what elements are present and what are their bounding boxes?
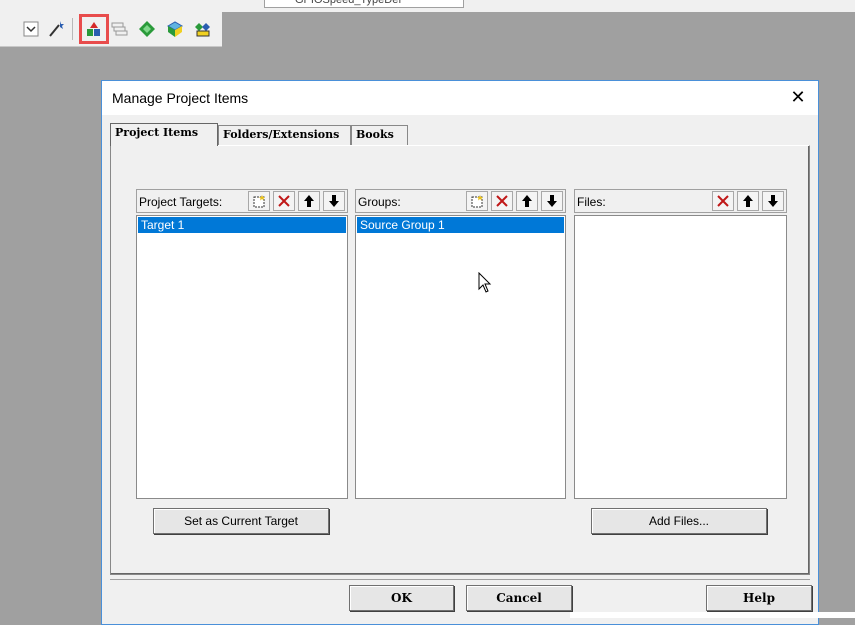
config-combo[interactable]: GPIOSpeed_TypeDef: [264, 0, 464, 8]
move-up-icon[interactable]: [737, 191, 759, 211]
mouse-cursor-icon: [478, 271, 492, 297]
cancel-button[interactable]: Cancel: [466, 585, 572, 611]
groups-label: Groups:: [358, 195, 401, 209]
new-group-icon[interactable]: [466, 191, 488, 211]
manage-project-items-dialog: Manage Project Items ✕ Project Items Fol…: [101, 80, 819, 625]
manage-project-items-icon[interactable]: [79, 14, 109, 44]
delete-file-icon[interactable]: [712, 191, 734, 211]
groups-header: Groups:: [355, 189, 566, 213]
delete-group-icon[interactable]: [491, 191, 513, 211]
tab-books[interactable]: Books: [351, 125, 408, 145]
close-icon[interactable]: ✕: [788, 87, 808, 107]
set-current-target-button[interactable]: Set as Current Target: [153, 508, 329, 534]
files-label: Files:: [577, 195, 606, 209]
tab-project-items[interactable]: Project Items: [110, 123, 218, 146]
project-targets-header: Project Targets:: [136, 189, 348, 213]
top-toolbar: GPIOSpeed_TypeDef: [0, 0, 855, 12]
dialog-titlebar: Manage Project Items ✕: [102, 81, 818, 115]
project-targets-label: Project Targets:: [139, 195, 223, 209]
multi-diamond-icon[interactable]: [192, 18, 214, 40]
background-patch: [570, 612, 855, 618]
layers-icon[interactable]: [108, 18, 130, 40]
files-list[interactable]: [574, 215, 787, 499]
list-item[interactable]: Source Group 1: [357, 217, 564, 233]
move-down-icon[interactable]: [762, 191, 784, 211]
ok-button[interactable]: OK: [349, 585, 454, 611]
files-header: Files:: [574, 189, 787, 213]
build-toolbar: [0, 12, 222, 47]
list-item[interactable]: Target 1: [138, 217, 346, 233]
dropdown-checkbox-icon[interactable]: [20, 18, 42, 40]
move-down-icon[interactable]: [541, 191, 563, 211]
green-diamond-icon[interactable]: [136, 18, 158, 40]
groups-list[interactable]: Source Group 1: [355, 215, 566, 499]
divider: [110, 579, 810, 580]
workspace-background: [222, 12, 855, 46]
magic-wand-icon[interactable]: [45, 18, 67, 40]
move-up-icon[interactable]: [298, 191, 320, 211]
tab-folders-extensions[interactable]: Folders/Extensions: [218, 125, 351, 145]
new-target-icon[interactable]: [248, 191, 270, 211]
targets-list[interactable]: Target 1: [136, 215, 348, 499]
dialog-title: Manage Project Items: [112, 90, 249, 106]
help-button[interactable]: Help: [706, 585, 812, 611]
move-up-icon[interactable]: [516, 191, 538, 211]
blue-diamond-icon[interactable]: [164, 18, 186, 40]
move-down-icon[interactable]: [323, 191, 345, 211]
delete-target-icon[interactable]: [273, 191, 295, 211]
add-files-button[interactable]: Add Files...: [591, 508, 767, 534]
